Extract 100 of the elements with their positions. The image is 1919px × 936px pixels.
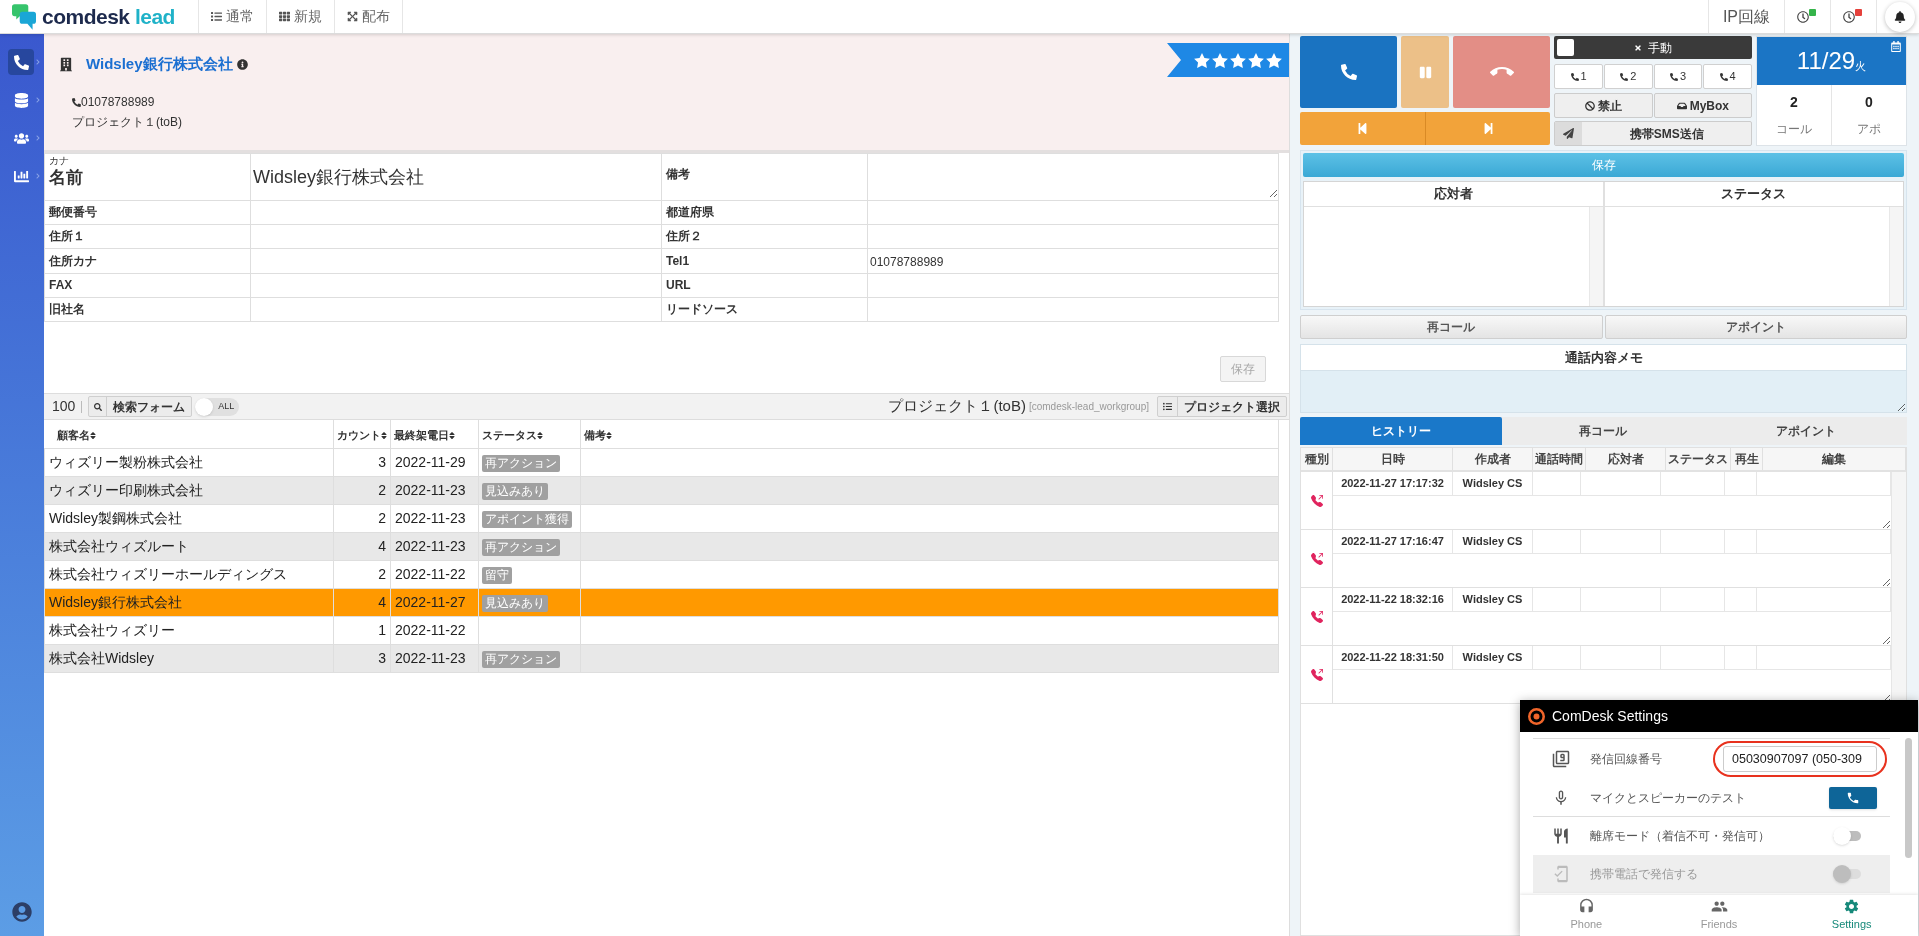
field-label: 名前 — [49, 167, 83, 189]
call-datetime: 2022-11-22 18:31:50 — [1341, 650, 1444, 666]
settings-icon — [1843, 898, 1861, 916]
call-button[interactable] — [1300, 36, 1397, 108]
stat-label: コール — [1776, 121, 1812, 138]
field-label: リードソース — [666, 302, 738, 317]
lead-row[interactable]: 株式会社ウィズルート 4 2022-11-23 再アクション — [44, 532, 1279, 560]
customer-name: ウィズリー製粉株式会社 — [49, 454, 203, 470]
skip-forward-icon — [1482, 122, 1494, 135]
skip-back-icon — [1356, 122, 1368, 135]
search-form-button[interactable]: 検索フォーム — [88, 396, 193, 417]
field-label: 住所カナ — [49, 253, 97, 269]
action-button[interactable]: 禁止 — [1554, 93, 1653, 118]
call-count: 1 — [378, 622, 386, 638]
status-tag: 再アクション — [482, 455, 560, 472]
expand-arrows-icon — [347, 11, 358, 22]
column-header: 通話時間 — [1533, 448, 1586, 470]
field-label: 都道府県 — [666, 205, 714, 220]
customer-name: ウィズリー印刷株式会社 — [49, 482, 203, 498]
date-text: 11/29 — [1796, 49, 1856, 73]
lead-row[interactable]: ウィズリー製粉株式会社 3 2022-11-29 再アクション — [44, 448, 1279, 476]
popup-title: ComDesk Settings — [1552, 706, 1668, 726]
action-button[interactable]: MyBox — [1653, 93, 1752, 118]
star-icon — [1230, 52, 1246, 68]
lead-row[interactable]: 株式会社ウィズリー 1 2022-11-22 — [44, 616, 1279, 644]
line-button[interactable]: 3 — [1653, 64, 1703, 89]
status-tag: 留守 — [482, 567, 512, 584]
memo-field[interactable] — [1301, 370, 1906, 412]
all-toggle[interactable]: ALL — [195, 397, 240, 416]
info-icon — [236, 58, 248, 70]
phone-icon — [1620, 72, 1629, 81]
field-label: 備考 — [666, 167, 690, 182]
history-tab[interactable]: 再コール — [1502, 417, 1705, 445]
sort-icon — [381, 430, 387, 440]
workgroup-label: [comdesk-lead_workgroup] — [1028, 400, 1149, 414]
column-header: 種別 — [1301, 448, 1333, 470]
customer-name: 株式会社Widsley — [49, 650, 154, 666]
scrollbar[interactable] — [1905, 738, 1912, 858]
call-count: 3 — [378, 454, 386, 470]
phone-icon — [1846, 790, 1860, 805]
customer-name: Widsley銀行株式会社 — [49, 594, 182, 610]
field-value: 01078788989 — [869, 255, 945, 269]
star-icon — [1266, 52, 1282, 68]
phone-icon — [1669, 72, 1678, 81]
status-tag: 見込みあり — [482, 483, 548, 500]
column-header[interactable]: 備考 — [584, 426, 606, 444]
outgoing-call-icon — [1310, 610, 1323, 623]
bar-chart-icon — [13, 168, 29, 184]
setting-label: マイクとスピーカーのテスト — [1590, 789, 1746, 807]
outgoing-call-icon — [1310, 668, 1323, 681]
previous-button[interactable] — [1300, 112, 1426, 145]
column-header[interactable]: 顧客名 — [56, 426, 90, 444]
mode-label: 手動 — [1648, 39, 1673, 57]
nav-tab[interactable]: 配布 — [335, 0, 403, 33]
last-call-date: 2022-11-29 — [395, 454, 466, 470]
clock-icon — [1843, 10, 1855, 23]
nav-tab[interactable]: Settings — [1785, 895, 1918, 936]
line-button[interactable]: 4 — [1703, 64, 1752, 89]
history-tab[interactable]: アポイント — [1704, 417, 1907, 445]
line-button[interactable]: 1 — [1554, 64, 1603, 89]
field-label: Tel1 — [666, 253, 690, 269]
action-button[interactable]: アポイント — [1604, 315, 1907, 339]
lead-row[interactable]: Widsley製鋼株式会社 2 2022-11-23 アポイント獲得 — [44, 504, 1279, 532]
outgoing-call-icon — [1310, 494, 1323, 507]
nav-tab[interactable]: 通常 — [199, 0, 267, 33]
test-call-button[interactable] — [1829, 786, 1877, 809]
last-call-date: 2022-11-22 — [395, 566, 466, 582]
column-header: ステータス — [1666, 448, 1731, 470]
column-header[interactable]: ステータス — [482, 426, 537, 444]
hang-up-button[interactable] — [1453, 36, 1551, 108]
notification-button[interactable] — [1885, 1, 1915, 32]
next-button[interactable] — [1425, 112, 1551, 145]
sms-button[interactable]: 携帯SMS送信 — [1554, 121, 1752, 146]
line-number-field[interactable]: 05030907097 (050-309 — [1723, 746, 1877, 772]
hold-button[interactable] — [1401, 36, 1449, 108]
last-call-date: 2022-11-23 — [395, 510, 466, 526]
column-header[interactable]: カウント — [337, 426, 381, 444]
customer-name: 株式会社ウィズリー — [49, 622, 175, 638]
line-button[interactable]: 2 — [1604, 64, 1653, 89]
lead-row[interactable]: Widsley銀行株式会社 4 2022-11-27 見込みあり — [44, 588, 1279, 616]
search-icon — [93, 402, 102, 411]
project-select-button[interactable]: プロジェクト選択 — [1157, 396, 1287, 417]
company-name-link[interactable]: Widsley銀行株式会社 — [86, 52, 233, 76]
history-tab[interactable]: ヒストリー — [1300, 417, 1503, 445]
last-call-date: 2022-11-23 — [395, 650, 466, 666]
call-datetime: 2022-11-27 17:16:47 — [1341, 534, 1444, 550]
lead-row[interactable]: ウィズリー印刷株式会社 2 2022-11-23 見込みあり — [44, 476, 1279, 504]
sidebar-item[interactable] — [8, 49, 34, 75]
toggle-switch[interactable] — [1833, 827, 1861, 845]
lead-row[interactable]: 株式会社Widsley 3 2022-11-23 再アクション — [44, 644, 1279, 672]
field-label: 住所２ — [666, 229, 702, 244]
author-name: Widsley CS — [1462, 476, 1523, 492]
phone-check-icon — [1552, 865, 1570, 883]
field-label: FAX — [49, 278, 73, 293]
customer-name: 株式会社ウィズルート — [49, 538, 189, 554]
column-header[interactable]: 最終架電日 — [394, 426, 449, 444]
nav-tab[interactable]: 新規 — [267, 0, 335, 33]
mode-checkbox[interactable] — [1557, 39, 1575, 56]
action-button[interactable]: 再コール — [1300, 315, 1603, 339]
lead-row[interactable]: 株式会社ウィズリーホールディングス 2 2022-11-22 留守 — [44, 560, 1279, 588]
